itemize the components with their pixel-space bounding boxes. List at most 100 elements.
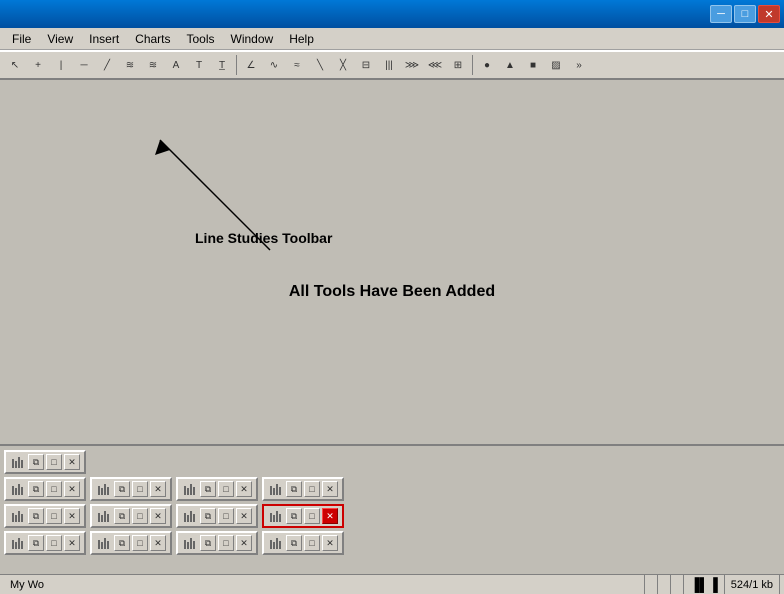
restore-button[interactable]: ⧉ <box>28 535 44 551</box>
maximize-button[interactable]: □ <box>218 481 234 497</box>
maximize-button[interactable]: □ <box>218 535 234 551</box>
main-message: All Tools Have Been Added <box>289 283 495 301</box>
chart-window-2-2: ⧉□✕ <box>176 504 258 528</box>
restore-button[interactable]: ⧉ <box>200 481 216 497</box>
chart-icon <box>10 454 26 470</box>
close-button[interactable]: ✕ <box>236 508 252 524</box>
status-info: 524/1 kb <box>725 575 780 594</box>
toolbar-btn-regression2[interactable]: ≋ <box>142 54 164 76</box>
maximize-button[interactable]: □ <box>132 508 148 524</box>
chart-window-1-1: ⧉□✕ <box>90 477 172 501</box>
toolbar-btn-triangle[interactable]: ▲ <box>499 54 521 76</box>
chart-window-3-3: ⧉□✕ <box>262 531 344 555</box>
chart-window-3-1: ⧉□✕ <box>90 531 172 555</box>
toolbar-btn-pointer[interactable]: ↖ <box>4 54 26 76</box>
chart-icon <box>10 481 26 497</box>
close-button[interactable]: ✕ <box>64 454 80 470</box>
toolbar-btn-crosshair[interactable]: + <box>27 54 49 76</box>
maximize-button[interactable]: □ <box>46 454 62 470</box>
close-button[interactable]: ✕ <box>64 481 80 497</box>
restore-button[interactable]: ⧉ <box>114 508 130 524</box>
restore-button[interactable]: ⧉ <box>286 508 302 524</box>
toolbar-btn-regression[interactable]: ≋ <box>119 54 141 76</box>
toolbar-btn-angle[interactable]: ∠ <box>240 54 262 76</box>
menu-item-file[interactable]: File <box>4 30 39 48</box>
close-button[interactable]: ✕ <box>150 508 166 524</box>
menu-item-view[interactable]: View <box>39 30 81 48</box>
toolbar-btn-text2[interactable]: T <box>188 54 210 76</box>
chart-window-2-3: ⧉□✕ <box>262 504 344 528</box>
toolbar-btn-hash[interactable]: ▨ <box>545 54 567 76</box>
chart-icon <box>10 508 26 524</box>
toolbar-btn-line1[interactable]: ╲ <box>309 54 331 76</box>
toolbar-btn-bars[interactable]: ||| <box>378 54 400 76</box>
close-button[interactable]: ✕ <box>236 535 252 551</box>
toolbar-btn-wave2[interactable]: ≈ <box>286 54 308 76</box>
chart-window-1-3: ⧉□✕ <box>262 477 344 501</box>
menu-item-insert[interactable]: Insert <box>81 30 127 48</box>
chart-window-3-0: ⧉□✕ <box>4 531 86 555</box>
close-button[interactable]: ✕ <box>64 535 80 551</box>
menu-item-charts[interactable]: Charts <box>127 30 178 48</box>
status-section-3 <box>658 575 671 594</box>
toolbar-btn-text[interactable]: A <box>165 54 187 76</box>
close-button[interactable]: ✕ <box>236 481 252 497</box>
chart-row-0: ⧉□✕ <box>4 450 780 474</box>
close-button[interactable]: ✕ <box>322 508 338 524</box>
close-button[interactable]: ✕ <box>150 535 166 551</box>
chart-icon <box>268 535 284 551</box>
restore-button[interactable]: ⧉ <box>28 454 44 470</box>
maximize-button[interactable]: □ <box>46 535 62 551</box>
status-bar: My Wo ▐▌▐ 524/1 kb <box>0 574 784 594</box>
chart-window-2-0: ⧉□✕ <box>4 504 86 528</box>
maximize-button[interactable]: □ <box>46 508 62 524</box>
chart-icon <box>96 508 112 524</box>
toolbar-btn-fan2[interactable]: ⋘ <box>424 54 446 76</box>
chart-icon <box>182 508 198 524</box>
close-button[interactable]: ✕ <box>758 5 780 23</box>
menu-item-window[interactable]: Window <box>223 30 282 48</box>
toolbar-btn-text3[interactable]: T̲ <box>211 54 233 76</box>
chart-window-0-0: ⧉□✕ <box>4 450 86 474</box>
close-button[interactable]: ✕ <box>322 535 338 551</box>
chart-window-1-0: ⧉□✕ <box>4 477 86 501</box>
restore-button[interactable]: ⧉ <box>114 481 130 497</box>
close-button[interactable]: ✕ <box>64 508 80 524</box>
toolbar-btn-wave[interactable]: ∿ <box>263 54 285 76</box>
maximize-button[interactable]: □ <box>132 481 148 497</box>
restore-button[interactable]: ⧉ <box>200 535 216 551</box>
chart-window-1-2: ⧉□✕ <box>176 477 258 501</box>
maximize-button[interactable]: □ <box>218 508 234 524</box>
toolbar-btn-parallel[interactable]: ⊟ <box>355 54 377 76</box>
line-studies-toolbar: ↖+|─╱≋≋ATT̲∠∿≈╲╳⊟|||⋙⋘⊞●▲■▨» <box>0 50 784 80</box>
toolbar-separator <box>472 55 473 75</box>
maximize-button[interactable]: □ <box>734 5 756 23</box>
toolbar-btn-horizontal-line[interactable]: ─ <box>73 54 95 76</box>
chart-row-3: ⧉□✕⧉□✕⧉□✕⧉□✕ <box>4 531 780 555</box>
toolbar-btn-line2[interactable]: ╳ <box>332 54 354 76</box>
toolbar-btn-vertical-line[interactable]: | <box>50 54 72 76</box>
status-section-4 <box>671 575 684 594</box>
maximize-button[interactable]: □ <box>132 535 148 551</box>
toolbar-btn-more[interactable]: » <box>568 54 590 76</box>
menu-item-tools[interactable]: Tools <box>179 30 223 48</box>
close-button[interactable]: ✕ <box>150 481 166 497</box>
close-button[interactable]: ✕ <box>322 481 338 497</box>
toolbar-btn-ellipse[interactable]: ● <box>476 54 498 76</box>
maximize-button[interactable]: □ <box>304 481 320 497</box>
maximize-button[interactable]: □ <box>304 508 320 524</box>
restore-button[interactable]: ⧉ <box>114 535 130 551</box>
restore-button[interactable]: ⧉ <box>200 508 216 524</box>
minimize-button[interactable]: ─ <box>710 5 732 23</box>
restore-button[interactable]: ⧉ <box>28 481 44 497</box>
menu-item-help[interactable]: Help <box>281 30 322 48</box>
restore-button[interactable]: ⧉ <box>28 508 44 524</box>
maximize-button[interactable]: □ <box>46 481 62 497</box>
toolbar-btn-grid[interactable]: ⊞ <box>447 54 469 76</box>
restore-button[interactable]: ⧉ <box>286 481 302 497</box>
toolbar-btn-rect[interactable]: ■ <box>522 54 544 76</box>
restore-button[interactable]: ⧉ <box>286 535 302 551</box>
maximize-button[interactable]: □ <box>304 535 320 551</box>
toolbar-btn-fan[interactable]: ⋙ <box>401 54 423 76</box>
toolbar-btn-trendline[interactable]: ╱ <box>96 54 118 76</box>
